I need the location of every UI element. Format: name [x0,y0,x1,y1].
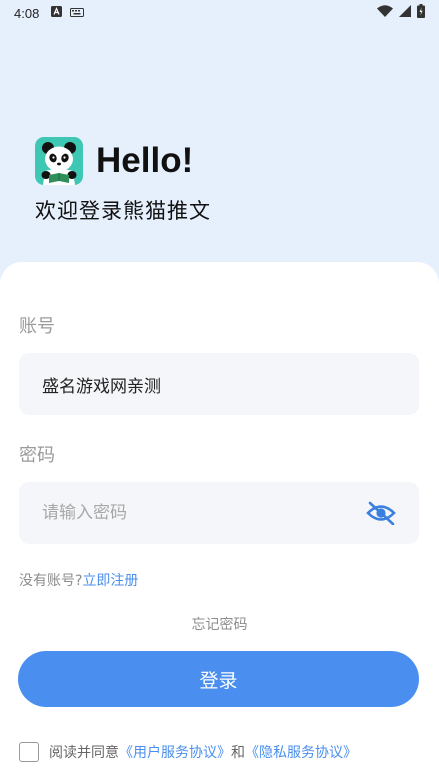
login-button[interactable]: 登录 [18,651,419,707]
agreement-and: 和 [231,745,245,761]
agreement-checkbox[interactable] [19,742,39,762]
status-left-icons [51,5,85,21]
password-input[interactable] [42,503,358,523]
welcome-subtitle: 欢迎登录熊猫推文 [35,199,211,223]
account-input[interactable] [42,374,396,394]
user-agreement-link[interactable]: 《用户服务协议》 [119,742,231,762]
agreement-row: 阅读并同意 《用户服务协议》 和 《隐私服务协议》 [19,742,357,762]
status-time: 4:08 [14,5,40,21]
account-field-box[interactable] [19,353,419,415]
panda-icon [35,137,83,185]
battery-icon [417,4,425,22]
no-account-text: 没有账号? [19,573,83,589]
password-label: 密码 [19,445,55,466]
status-right-icons [377,4,425,22]
wifi-icon [377,5,393,21]
status-bar: 4:08 [0,0,439,26]
account-label: 账号 [19,316,55,337]
privacy-agreement-link[interactable]: 《隐私服务协议》 [245,742,357,762]
password-field-box[interactable] [19,482,419,544]
forgot-password-link[interactable]: 忘记密码 [0,614,439,634]
hero: Hello! 欢迎登录熊猫推文 [35,137,211,225]
agreement-prefix: 阅读并同意 [49,745,119,761]
hello-title: Hello! [96,141,194,180]
register-row: 没有账号?立即注册 [19,570,138,590]
forgot-password-text[interactable]: 忘记密码 [192,617,248,633]
cell-signal-icon [399,5,411,21]
hero-title-row: Hello! [35,137,211,185]
eye-off-icon[interactable] [366,501,396,525]
a-square-icon [51,5,63,21]
register-link[interactable]: 立即注册 [82,573,138,589]
login-card: 账号 密码 没有账号?立即注册 忘记密码 登录 阅读并同意 《用户服务协议》 和… [0,262,439,780]
keyboard-icon [70,6,85,21]
